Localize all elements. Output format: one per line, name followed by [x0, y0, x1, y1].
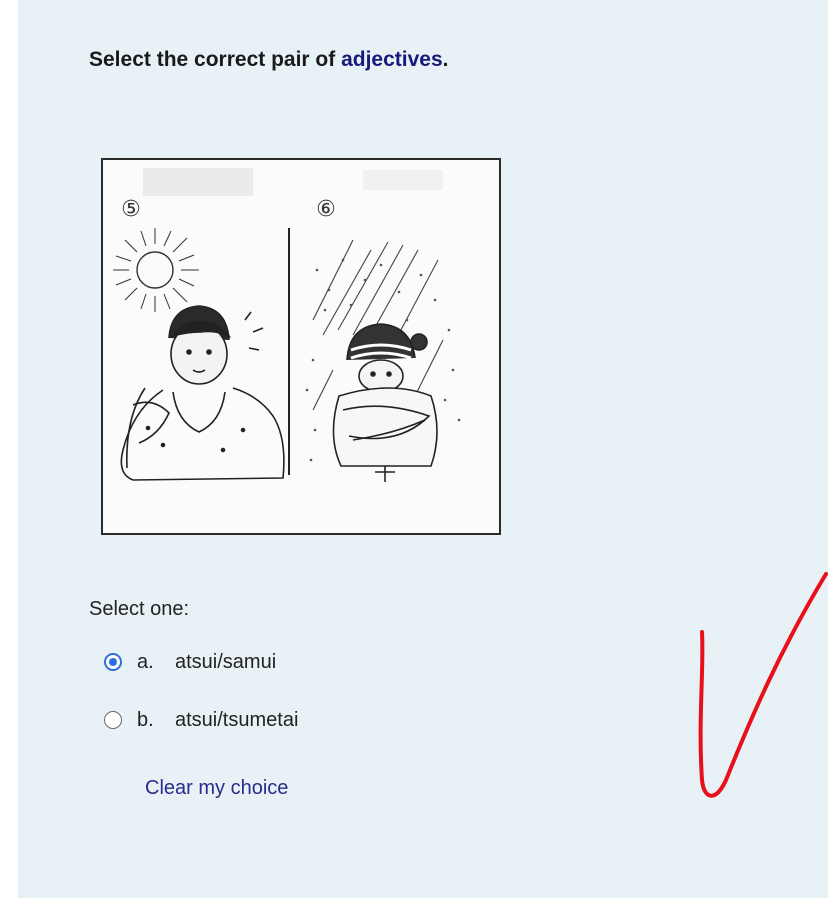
prompt-suffix: .: [442, 48, 449, 71]
radio-checked-icon[interactable]: [104, 653, 122, 671]
clear-choice-link[interactable]: Clear my choice: [145, 777, 288, 800]
question-illustration: ⑤ ⑥: [101, 158, 501, 535]
quiz-page: Select the correct pair of adjectives. ⑤…: [0, 0, 828, 898]
option-b[interactable]: b. atsui/tsumetai: [104, 705, 298, 735]
prompt-prefix: Select the correct pair of: [89, 48, 342, 71]
select-one-label: Select one:: [89, 598, 190, 620]
option-a-letter: a.: [137, 650, 154, 673]
panel-number-left: ⑤: [121, 197, 141, 222]
option-a-text: atsui/samui: [175, 650, 277, 673]
handwritten-check-icon: [698, 572, 828, 798]
panel-number-right: ⑥: [316, 197, 336, 222]
cold-person-illustration: [332, 323, 438, 482]
prompt-keyword: adjectives: [341, 48, 443, 71]
sun-icon: [113, 228, 199, 312]
question-prompt: Select the correct pair of adjectives.: [89, 48, 449, 72]
option-a[interactable]: a. atsui/samui: [104, 647, 276, 677]
hot-person-illustration: [120, 305, 285, 481]
illustration-drawing: ⑤ ⑥: [113, 168, 461, 482]
option-b-letter: b.: [137, 708, 154, 731]
option-b-text: atsui/tsumetai: [175, 708, 299, 731]
radio-unchecked-icon[interactable]: [104, 711, 122, 729]
